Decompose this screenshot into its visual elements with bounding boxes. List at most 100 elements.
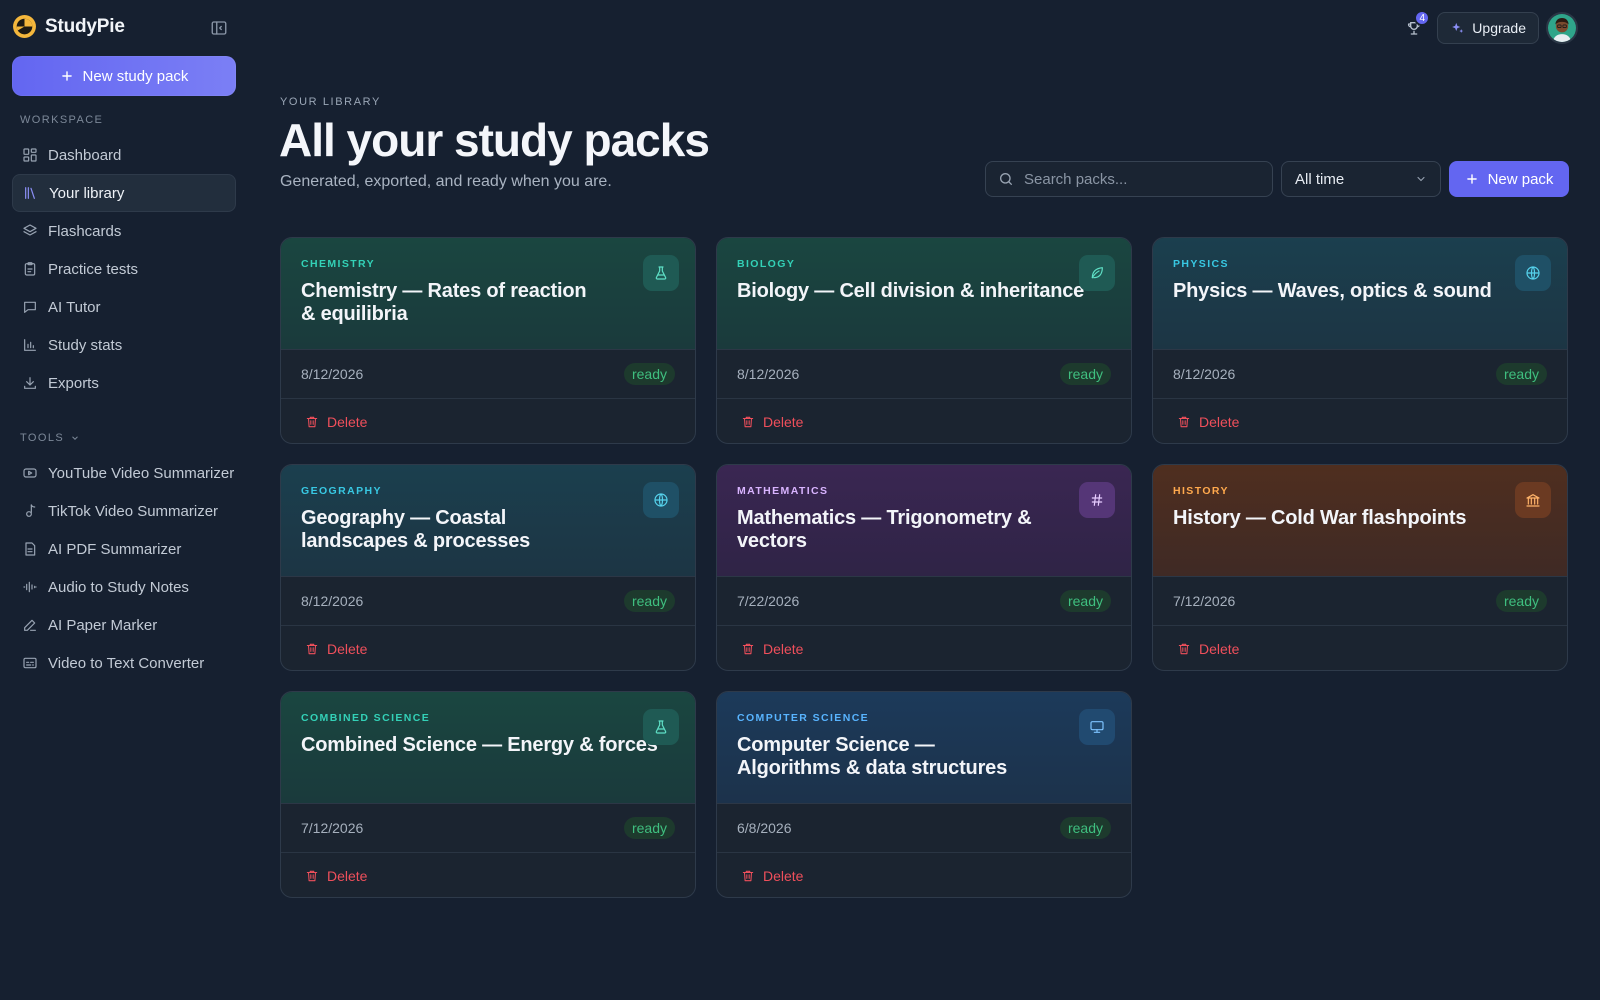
upgrade-label: Upgrade [1472,20,1526,36]
card-header: COMBINED SCIENCE Combined Science — Energ… [281,692,695,804]
sidebar-item-dashboard[interactable]: Dashboard [12,136,236,174]
sidebar-collapse-icon[interactable] [210,19,228,37]
sidebar-item-label: Audio to Study Notes [48,578,189,596]
library-eyebrow: YOUR LIBRARY [280,96,381,108]
card-subject: HISTORY [1173,485,1229,497]
card-title[interactable]: Combined Science — Energy & forces [301,734,661,757]
notification-badge: 4 [1414,10,1431,26]
sparkles-icon [1452,22,1464,33]
status-badge: ready [1495,590,1547,612]
dashboard-icon [23,148,37,162]
sidebar-item-youtube-video-summarizer[interactable]: YouTube Video Summarizer [12,454,236,492]
study-pack-card[interactable]: COMBINED SCIENCE Combined Science — Energ… [280,691,696,898]
sidebar: StudyPie New study pack WORKSPACE Dashbo… [0,0,244,1000]
status-badge: ready [1059,817,1111,839]
card-title[interactable]: Computer Science — Algorithms & data str… [737,734,1037,780]
study-pack-card[interactable]: CHEMISTRY Chemistry — Rates of reaction &… [280,237,696,444]
achievements-button[interactable]: 4 [1399,10,1431,43]
sidebar-item-ai-tutor[interactable]: AI Tutor [12,288,236,326]
sidebar-item-label: Video to Text Converter [48,654,205,672]
new-study-pack-button[interactable]: New study pack [12,56,236,96]
layers-icon [23,224,37,236]
card-title[interactable]: Biology — Cell division & inheritance [737,280,1097,303]
monitor-icon [1090,721,1104,733]
sidebar-item-practice-tests[interactable]: Practice tests [12,250,236,288]
card-date: 8/12/2026 [737,366,800,382]
card-title[interactable]: Geography — Coastal landscapes & process… [301,507,601,553]
sidebar-item-label: Practice tests [48,260,139,278]
delete-button[interactable]: Delete [717,399,1131,443]
delete-label: Delete [327,413,368,430]
sidebar-item-tiktok-video-summarizer[interactable]: TikTok Video Summarizer [12,492,236,530]
new-pack-label: New pack [1487,170,1554,188]
card-subject: BIOLOGY [737,258,796,270]
card-title[interactable]: Mathematics — Trigonometry & vectors [737,507,1097,553]
study-pack-card[interactable]: PHYSICS Physics — Waves, optics & sound 8/… [1152,237,1568,444]
card-title[interactable]: Chemistry — Rates of reaction & equilibr… [301,280,601,326]
delete-button[interactable]: Delete [1153,399,1567,443]
study-pack-card[interactable]: COMPUTER SCIENCE Computer Science — Algor… [716,691,1132,898]
sidebar-item-exports[interactable]: Exports [12,364,236,402]
bar-chart-icon [24,339,36,351]
study-pack-card[interactable]: GEOGRAPHY Geography — Coastal landscapes … [280,464,696,671]
card-title[interactable]: History — Cold War flashpoints [1173,507,1533,530]
brand[interactable]: StudyPie [12,14,125,39]
card-meta: 7/22/2026 ready [717,577,1131,626]
card-date: 6/8/2026 [737,820,792,836]
delete-button[interactable]: Delete [281,853,695,897]
sidebar-item-study-stats[interactable]: Study stats [12,326,236,364]
delete-button[interactable]: Delete [717,626,1131,670]
search-icon [1000,173,1012,185]
card-meta: 7/12/2026 ready [281,804,695,853]
card-meta: 6/8/2026 ready [717,804,1131,853]
upgrade-button[interactable]: Upgrade [1437,12,1539,44]
card-date: 8/12/2026 [301,593,364,609]
study-pack-card[interactable]: HISTORY History — Cold War flashpoints 7/1… [1152,464,1568,671]
card-header: CHEMISTRY Chemistry — Rates of reaction &… [281,238,695,350]
card-subject: COMPUTER SCIENCE [737,712,870,724]
sidebar-item-your-library[interactable]: Your library [12,174,236,212]
card-title[interactable]: Physics — Waves, optics & sound [1173,280,1533,303]
user-avatar[interactable] [1546,12,1578,44]
delete-button[interactable]: Delete [281,399,695,443]
delete-button[interactable]: Delete [1153,626,1567,670]
delete-label: Delete [1199,640,1240,657]
trash-icon [1178,643,1190,654]
captions-icon [23,657,37,669]
study-pack-card[interactable]: BIOLOGY Biology — Cell division & inherit… [716,237,1132,444]
delete-label: Delete [763,413,804,430]
chat-icon [24,301,36,313]
card-subject: COMBINED SCIENCE [301,712,431,724]
music-note-icon [26,504,36,517]
tools-section-label[interactable]: TOOLS [20,432,80,444]
avatar-image [1548,14,1576,42]
pen-icon [24,619,36,631]
time-filter-select[interactable]: All time [1281,161,1441,197]
trash-icon [742,870,754,881]
flask-icon [655,266,667,280]
delete-button[interactable]: Delete [717,853,1131,897]
study-pack-card[interactable]: MATHEMATICS Mathematics — Trigonometry & … [716,464,1132,671]
sidebar-item-audio-to-study-notes[interactable]: Audio to Study Notes [12,568,236,606]
sidebar-item-flashcards[interactable]: Flashcards [12,212,236,250]
card-subject-badge [643,709,679,745]
card-header: MATHEMATICS Mathematics — Trigonometry & … [717,465,1131,577]
search-input[interactable] [1024,170,1264,188]
chevron-down-icon [1417,176,1425,182]
card-meta: 7/12/2026 ready [1153,577,1567,626]
audio-wave-icon [23,581,37,593]
card-header: GEOGRAPHY Geography — Coastal landscapes … [281,465,695,577]
sidebar-item-video-to-text-converter[interactable]: Video to Text Converter [12,644,236,682]
new-pack-button[interactable]: New pack [1449,161,1569,197]
sidebar-item-ai-paper-marker[interactable]: AI Paper Marker [12,606,236,644]
sidebar-item-label: Exports [48,374,99,392]
download-icon [24,377,36,389]
delete-button[interactable]: Delete [281,626,695,670]
card-header: COMPUTER SCIENCE Computer Science — Algor… [717,692,1131,804]
youtube-icon [23,468,37,478]
pie-logo-icon [13,15,36,38]
card-subject-badge [1079,482,1115,518]
card-meta: 8/12/2026 ready [717,350,1131,399]
top-right-actions: 4 Upgrade [1399,10,1578,44]
sidebar-item-ai-pdf-summarizer[interactable]: AI PDF Summarizer [12,530,236,568]
